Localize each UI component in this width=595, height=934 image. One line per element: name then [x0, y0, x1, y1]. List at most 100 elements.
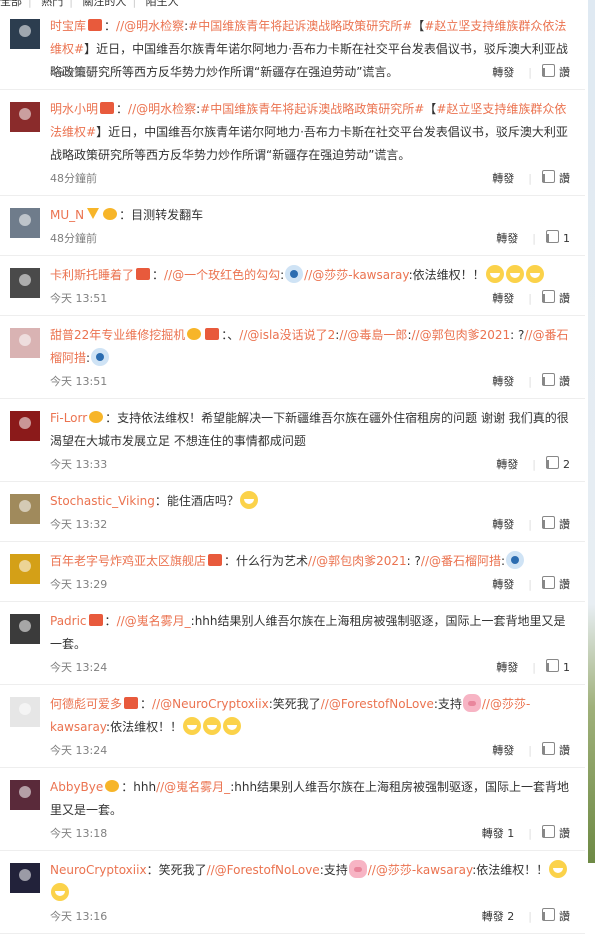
mention-link[interactable]: //@NeuroCryptoxiix — [152, 697, 269, 711]
like-count: 讚 — [559, 827, 570, 840]
like-button[interactable]: 讚 — [542, 290, 570, 305]
avatar[interactable] — [10, 780, 40, 810]
comment-text-segment: : ? — [406, 554, 421, 568]
thumbs-up-icon — [542, 516, 555, 529]
avatar[interactable] — [10, 268, 40, 298]
username-link[interactable]: NeuroCryptoxiix — [50, 863, 147, 877]
comment-actions: 轉發 | 2 — [496, 453, 570, 476]
mention-link[interactable]: //@嵬名雾月_ — [117, 614, 191, 628]
mention-link[interactable]: //@莎莎-kawsaray — [368, 863, 472, 877]
red-badge-icon — [124, 697, 139, 709]
comment-text-segment: ：hhh — [121, 780, 157, 794]
action-divider: | — [528, 66, 532, 79]
avatar[interactable] — [10, 208, 40, 238]
timestamp: 48分鐘前 — [50, 172, 97, 185]
username-link[interactable]: MU_N — [50, 208, 84, 222]
action-divider: | — [528, 827, 532, 840]
comment-item: 甜普22年专业维修挖掘机 ：、//@isla没话说了2://@毒島一郎://@郭包… — [0, 316, 585, 399]
thumbs-up-icon — [542, 373, 555, 386]
comment-text: AbbyBye ：hhh//@嵬名雾月_:hhh结果别人维吾尔族在上海租房被强制驱… — [50, 768, 570, 822]
repost-button[interactable]: 轉發 — [492, 292, 514, 305]
avatar[interactable] — [10, 328, 40, 358]
like-button[interactable]: 1 — [546, 230, 570, 245]
username-link[interactable]: 百年老字号炸鸡亚太区旗舰店 — [50, 554, 206, 568]
like-button[interactable]: 讚 — [542, 64, 570, 79]
comment-text-segment: ：什么行为艺术 — [224, 554, 309, 568]
mention-link[interactable]: //@一个玫红色的勾勾 — [164, 268, 280, 282]
username-link[interactable]: 明水小明 — [50, 102, 98, 116]
thumbs-up-icon — [546, 659, 559, 672]
comment-text-segment: :依法维权！！ — [472, 863, 549, 877]
avatar[interactable] — [10, 863, 40, 893]
repost-button[interactable]: 轉發 — [492, 66, 514, 79]
avatar[interactable] — [10, 494, 40, 524]
repost-button[interactable]: 轉發 2 — [482, 910, 515, 923]
repost-button[interactable]: 轉發 — [496, 661, 518, 674]
comment-text-segment: :依法维权！！ — [106, 720, 183, 734]
comment-meta: 今天 13:16 轉發 2 | 讚 — [50, 905, 570, 928]
mention-link[interactable]: //@莎莎-kawsaray — [304, 268, 408, 282]
like-button[interactable]: 讚 — [542, 576, 570, 591]
comment-text: Padric ：//@嵬名雾月_:hhh结果别人维吾尔族在上海租房被强制驱逐，国际… — [50, 602, 570, 656]
repost-button[interactable]: 轉發 1 — [482, 827, 515, 840]
repost-button[interactable]: 轉發 — [492, 578, 514, 591]
grin-emoji-icon — [183, 717, 202, 735]
mention-link[interactable]: //@ForestofNoLove — [321, 697, 434, 711]
avatar[interactable] — [10, 614, 40, 644]
mention-link[interactable]: //@郭包肉爹2021 — [308, 554, 407, 568]
comment-text: Fi-Lorr ：支持依法维权！希望能解决一下新疆维吾尔族在疆外住宿租房的问题 谢… — [50, 399, 570, 453]
avatar[interactable] — [10, 554, 40, 584]
comment-text-segment: ：支持依法维权！希望能解决一下新疆维吾尔族在疆外住宿租房的问题 谢谢 我们真的很… — [50, 411, 569, 448]
like-button[interactable]: 2 — [546, 456, 570, 471]
filter-tabs: 全部 | 熱門 | 關注的人 | 陌生人 — [0, 0, 585, 8]
like-count: 讚 — [559, 292, 570, 305]
like-button[interactable]: 讚 — [542, 373, 570, 388]
like-count: 1 — [563, 661, 570, 674]
mention-link[interactable]: //@番石榴阿措 — [421, 554, 501, 568]
username-link[interactable]: Fi-Lorr — [50, 411, 87, 425]
topic-link[interactable]: #中国维族青年将起诉澳战略政策研究所# — [200, 102, 424, 116]
like-button[interactable]: 讚 — [542, 516, 570, 531]
action-divider: | — [532, 458, 536, 471]
mention-link[interactable]: //@明水检察 — [128, 102, 196, 116]
avatar[interactable] — [10, 102, 40, 132]
username-link[interactable]: AbbyBye — [50, 780, 103, 794]
avatar[interactable] — [10, 697, 40, 727]
username-link[interactable]: Stochastic_Viking — [50, 494, 155, 508]
username-link[interactable]: 卡利斯托睡着了 — [50, 268, 134, 282]
repost-button[interactable]: 轉發 — [496, 232, 518, 245]
comment-meta: 今天 13:51 轉發 | 讚 — [50, 370, 570, 393]
mention-link[interactable]: //@ForestofNoLove — [207, 863, 320, 877]
like-count: 讚 — [559, 66, 570, 79]
mention-link[interactable]: //@明水检察 — [116, 19, 184, 33]
avatar[interactable] — [10, 411, 40, 441]
mention-link[interactable]: //@嵬名雾月_ — [156, 780, 230, 794]
mention-link[interactable]: //@毒島一郎 — [339, 328, 407, 342]
username-link[interactable]: Padric — [50, 614, 87, 628]
timestamp: 46分鐘前 — [50, 66, 97, 79]
username-link[interactable]: 何德彪可爱多 — [50, 697, 122, 711]
repost-button[interactable]: 轉發 — [492, 172, 514, 185]
repost-button[interactable]: 轉發 — [492, 518, 514, 531]
like-button[interactable]: 讚 — [542, 825, 570, 840]
comment-text-segment: ：、 — [221, 328, 240, 342]
like-button[interactable]: 讚 — [542, 742, 570, 757]
username-link[interactable]: 时宝库 — [50, 19, 86, 33]
avatar[interactable] — [10, 19, 40, 49]
grin-emoji-icon — [203, 717, 222, 735]
topic-link[interactable]: #中国维族青年将起诉澳战略政策研究所# — [188, 19, 412, 33]
username-link[interactable]: 甜普22年专业维修挖掘机 — [50, 328, 185, 342]
comment-text-segment: ：目测转发翻车 — [119, 208, 204, 222]
repost-button[interactable]: 轉發 — [492, 375, 514, 388]
like-button[interactable]: 讚 — [542, 170, 570, 185]
mention-link[interactable]: //@isla没话说了2 — [239, 328, 335, 342]
comment-item: 何德彪可爱多 ：//@NeuroCryptoxiix:笑死我了//@Foresto… — [0, 685, 585, 768]
repost-button[interactable]: 轉發 — [496, 458, 518, 471]
repost-button[interactable]: 轉發 — [492, 744, 514, 757]
mention-link[interactable]: //@郭包肉爹2021 — [411, 328, 510, 342]
comment-actions: 轉發 | 1 — [496, 227, 570, 250]
like-button[interactable]: 讚 — [542, 908, 570, 923]
like-button[interactable]: 1 — [546, 659, 570, 674]
grin-emoji-icon — [239, 491, 258, 509]
thumbs-up-icon — [542, 825, 555, 838]
